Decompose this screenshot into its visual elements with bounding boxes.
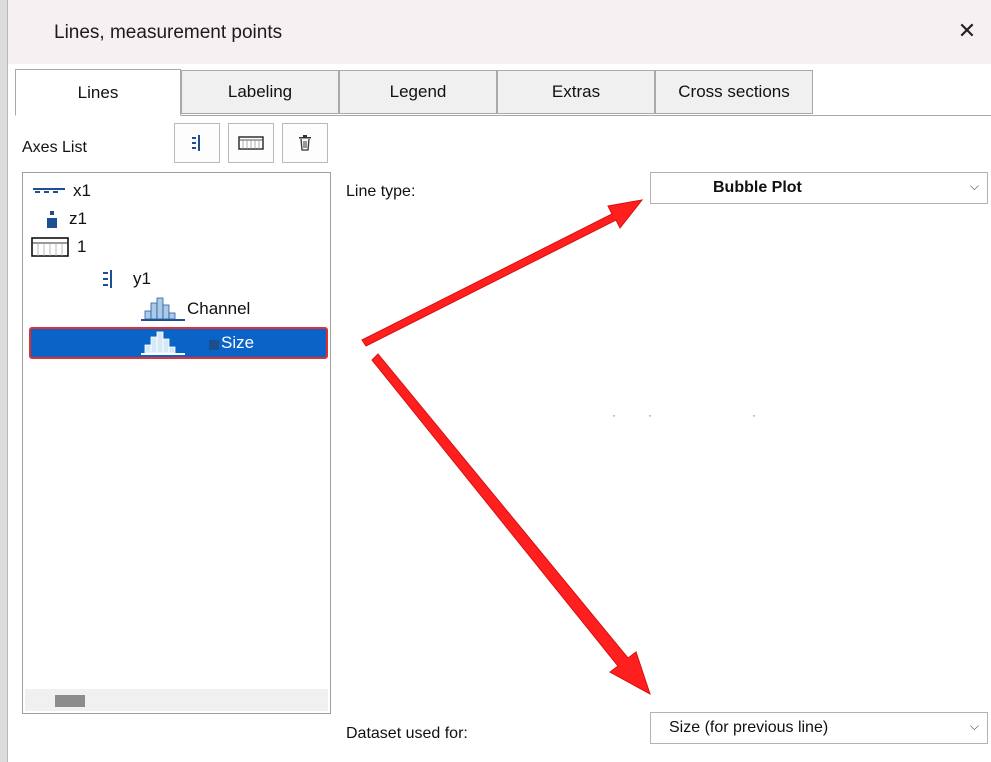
tab-lines[interactable]: Lines bbox=[15, 69, 181, 116]
histogram-icon bbox=[141, 331, 185, 355]
tree-node-system-1[interactable]: 1 bbox=[31, 235, 86, 259]
line-type-dropdown[interactable]: Bubble Plot ⌵ bbox=[650, 172, 988, 204]
tree-node-label: z1 bbox=[69, 209, 87, 228]
faint-dot: · bbox=[752, 408, 756, 422]
tree-node-size[interactable]: Size bbox=[141, 331, 254, 355]
tree-node-x1[interactable]: x1 bbox=[33, 179, 91, 203]
dataset-value: Size (for previous line) bbox=[669, 719, 829, 736]
tab-cross-sections[interactable]: Cross sections bbox=[655, 70, 813, 114]
trash-icon bbox=[299, 135, 311, 151]
tab-extras[interactable]: Extras bbox=[497, 70, 655, 114]
tree-node-label: x1 bbox=[73, 181, 91, 200]
x-axis-icon bbox=[33, 188, 65, 193]
histogram-icon bbox=[141, 297, 185, 321]
axes-list-label: Axes List bbox=[22, 139, 87, 156]
axes-tree[interactable]: x1 z1 1 y1 Channel Size bbox=[22, 172, 331, 714]
dataset-dropdown[interactable]: Size (for previous line) ⌵ bbox=[650, 712, 988, 744]
tab-strip: Lines Labeling Legend Extras Cross secti… bbox=[15, 69, 991, 116]
add-y-axis-button[interactable] bbox=[174, 123, 220, 163]
delete-button[interactable] bbox=[282, 123, 328, 163]
dialog-window: Lines, measurement points ✕ Lines Labeli… bbox=[7, 0, 991, 762]
close-button[interactable]: ✕ bbox=[952, 16, 982, 46]
tree-node-label: Size bbox=[221, 333, 255, 352]
tree-node-size-selected[interactable]: Size bbox=[29, 327, 328, 359]
add-system-button[interactable] bbox=[228, 123, 274, 163]
tab-labeling[interactable]: Labeling bbox=[181, 70, 339, 114]
system-box-icon bbox=[31, 237, 69, 257]
title-bar: Lines, measurement points ✕ bbox=[8, 0, 991, 64]
dataset-label: Dataset used for: bbox=[346, 725, 468, 742]
chevron-down-icon: ⌵ bbox=[969, 179, 979, 193]
line-type-value: Bubble Plot bbox=[713, 179, 802, 196]
tab-divider bbox=[181, 115, 991, 116]
y-axis-icon bbox=[192, 135, 200, 151]
tab-legend[interactable]: Legend bbox=[339, 70, 497, 114]
tree-node-y1[interactable]: y1 bbox=[101, 267, 151, 291]
faint-dot: · bbox=[612, 408, 616, 422]
drag-cursor-icon bbox=[209, 340, 219, 350]
scrollbar-thumb[interactable] bbox=[55, 695, 85, 707]
tree-node-label: 1 bbox=[77, 237, 87, 256]
grid-icon bbox=[238, 136, 264, 150]
y-axis-icon bbox=[103, 270, 112, 288]
tree-node-label: Channel bbox=[187, 299, 251, 318]
background-window-edge bbox=[0, 0, 7, 762]
dialog-title: Lines, measurement points bbox=[54, 22, 283, 43]
tree-node-channel[interactable]: Channel bbox=[141, 297, 250, 321]
z-axis-icon bbox=[47, 211, 57, 228]
chevron-down-icon: ⌵ bbox=[969, 719, 979, 733]
tree-node-label: y1 bbox=[133, 269, 151, 288]
line-type-label: Line type: bbox=[346, 183, 416, 200]
tree-node-z1[interactable]: z1 bbox=[47, 207, 87, 231]
faint-dot: · bbox=[648, 408, 652, 422]
